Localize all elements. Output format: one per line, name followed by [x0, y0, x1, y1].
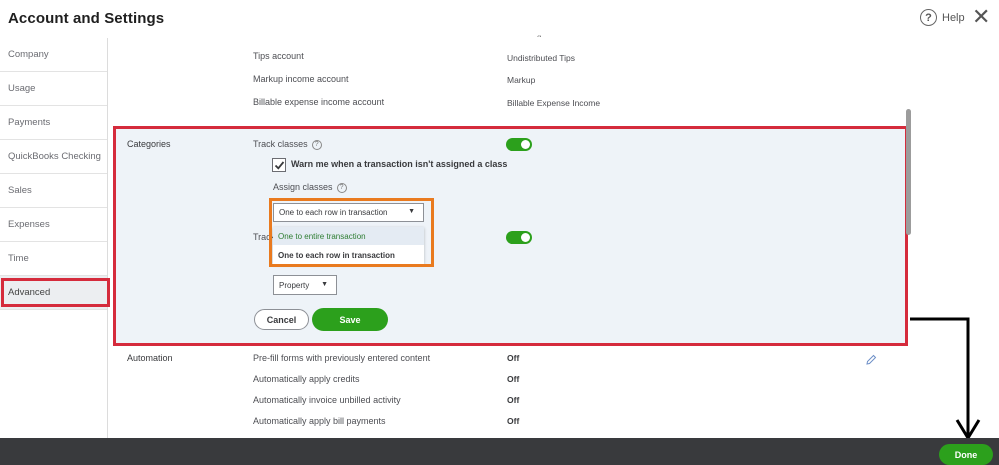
automation-row-value: Off: [507, 374, 520, 384]
markup-income-label: Markup income account: [253, 74, 349, 84]
warn-checkbox[interactable]: [272, 158, 286, 172]
track-locations-toggle[interactable]: [506, 231, 532, 244]
billable-expense-label: Billable expense income account: [253, 97, 385, 107]
scrolled-off-text: g: [537, 33, 551, 37]
done-button[interactable]: Done: [939, 444, 993, 465]
help-icon: ?: [920, 9, 937, 26]
sidebar-item-payments[interactable]: Payments: [0, 106, 107, 140]
automation-row-label: Automatically apply bill payments: [253, 416, 386, 426]
track-classes-row: Track classes?: [253, 139, 322, 150]
help-link[interactable]: ? Help: [920, 9, 965, 26]
bottom-action-bar: [0, 438, 999, 465]
sidebar-item-usage[interactable]: Usage: [0, 72, 107, 106]
automation-row-value: Off: [507, 353, 520, 363]
close-icon[interactable]: ✕: [972, 6, 990, 28]
edit-pencil-icon[interactable]: [865, 353, 877, 371]
warn-label: Warn me when a transaction isn't assigne…: [291, 159, 508, 169]
caret-down-icon: ▼: [321, 281, 328, 288]
location-type-select[interactable]: Property ▼: [273, 275, 337, 295]
track-classes-label: Track classes: [253, 139, 308, 149]
help-label: Help: [942, 11, 965, 24]
info-icon[interactable]: ?: [311, 139, 322, 150]
sidebar-item-time[interactable]: Time: [0, 242, 107, 276]
sidebar-item-expenses[interactable]: Expenses: [0, 208, 107, 242]
sidebar-item-company[interactable]: Company: [0, 38, 107, 72]
save-button[interactable]: Save: [312, 308, 388, 331]
automation-row-value: Off: [507, 416, 520, 426]
cancel-button[interactable]: Cancel: [254, 309, 309, 330]
markup-income-value: Markup: [507, 75, 536, 85]
checkmark-icon: [274, 161, 285, 170]
tips-account-label: Tips account: [253, 51, 304, 61]
automation-row-label: Automatically invoice unbilled activity: [253, 395, 401, 405]
arrow-annotation-icon: [910, 317, 981, 441]
categories-section-label: Categories: [127, 139, 171, 149]
automation-row-label: Pre-fill forms with previously entered c…: [253, 353, 431, 363]
settings-sidebar: Company Usage Payments QuickBooks Checki…: [0, 38, 108, 438]
dropdown-highlight-box: [269, 198, 434, 267]
automation-section-label: Automation: [127, 353, 173, 363]
scrollbar-thumb[interactable]: [906, 109, 911, 235]
sidebar-item-sales[interactable]: Sales: [0, 174, 107, 208]
advanced-highlight-box: [1, 278, 110, 307]
location-type-value: Property: [279, 280, 310, 290]
tips-account-value: Undistributed Tips: [507, 53, 576, 63]
automation-row-label: Automatically apply credits: [253, 374, 360, 384]
automation-row-value: Off: [507, 395, 520, 405]
track-classes-toggle[interactable]: [506, 138, 532, 151]
page-title: Account and Settings: [8, 10, 165, 27]
sidebar-item-quickbooks-checking[interactable]: QuickBooks Checking: [0, 140, 107, 174]
assign-classes-label: Assign classes: [273, 182, 333, 192]
info-icon[interactable]: ?: [336, 182, 347, 193]
assign-classes-row: Assign classes?: [273, 182, 347, 193]
billable-expense-value: Billable Expense Income: [507, 98, 601, 108]
